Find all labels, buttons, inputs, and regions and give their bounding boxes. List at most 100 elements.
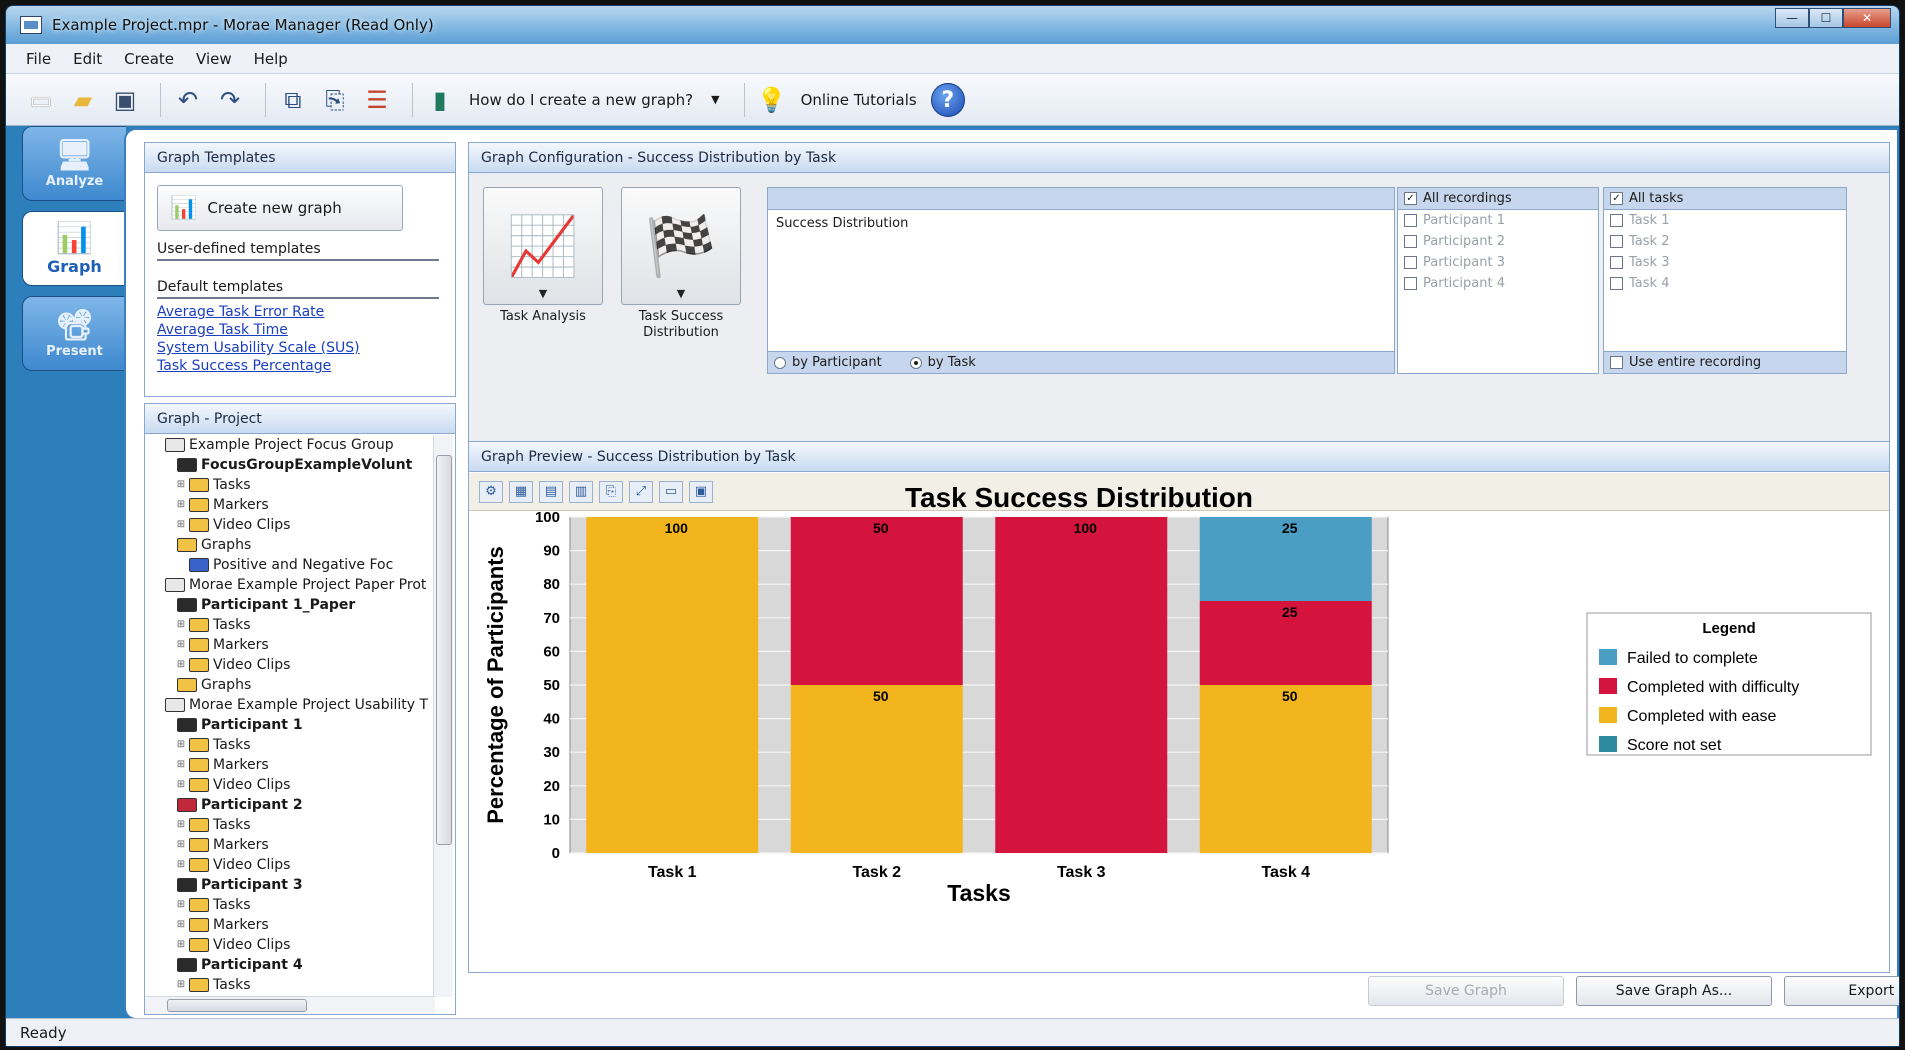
tree-item[interactable]: Graphs [145, 535, 435, 555]
tree-item[interactable]: ⊞ Tasks [145, 615, 435, 635]
tree-item[interactable]: Morae Example Project Paper Prot [145, 575, 435, 595]
tree-item[interactable]: Participant 1 [145, 715, 435, 735]
tree-item[interactable]: ⊞ Tasks [145, 895, 435, 915]
create-new-graph-button[interactable]: 📊 Create new graph [157, 185, 403, 231]
undo-icon[interactable]: ↶ [171, 83, 205, 117]
task-analysis-button[interactable]: 📈 ▼ [483, 187, 603, 305]
expand-icon[interactable]: ⊞ [175, 515, 187, 535]
maximize-button[interactable]: ☐ [1809, 8, 1843, 28]
tree-item[interactable]: ⊞ Markers [145, 635, 435, 655]
save-icon[interactable]: ▣ [108, 83, 142, 117]
tree-item[interactable]: ⊞ Tasks [145, 815, 435, 835]
tree-item[interactable]: Positive and Negative Foc [145, 555, 435, 575]
expand-icon[interactable]: ⊞ [175, 495, 187, 515]
tree-item[interactable]: Participant 1_Paper [145, 595, 435, 615]
tree-item[interactable]: ⊞ Markers [145, 755, 435, 775]
expand-icon[interactable]: ⊞ [175, 815, 187, 835]
list-item[interactable]: Success Distribution [768, 210, 1394, 237]
by-participant-radio[interactable] [774, 356, 786, 369]
tree-item[interactable]: ⊞ Video Clips [145, 775, 435, 795]
task-success-distribution-button[interactable]: 🏁 ▼ [621, 187, 741, 305]
menu-view[interactable]: View [196, 50, 232, 68]
help-question-dropdown[interactable]: How do I create a new graph? [469, 91, 693, 109]
recording-participant-1[interactable]: Participant 1 [1398, 210, 1598, 231]
title-bar[interactable]: Example Project.mpr - Morae Manager (Rea… [6, 6, 1899, 44]
tree-item[interactable]: FocusGroupExampleVolunt [145, 455, 435, 475]
task-2-checkbox[interactable]: Task 2 [1604, 231, 1846, 252]
tab-analyze[interactable]: 🖥 Analyze [22, 126, 126, 201]
by-task-radio[interactable] [909, 356, 922, 369]
menu-edit[interactable]: Edit [73, 50, 102, 68]
tree-item[interactable]: ⊞ Tasks [145, 735, 435, 755]
tab-present[interactable]: 📽 Present [22, 296, 126, 371]
task-3-checkbox[interactable]: Task 3 [1604, 252, 1846, 273]
task-1-checkbox[interactable]: Task 1 [1604, 210, 1846, 231]
scrollbar-thumb[interactable] [436, 455, 452, 845]
use-entire-recording-checkbox[interactable]: Use entire recording [1604, 351, 1846, 373]
menu-create[interactable]: Create [124, 50, 174, 68]
expand-icon[interactable]: ⊞ [175, 855, 187, 875]
expand-icon[interactable]: ⊞ [175, 475, 187, 495]
horizontal-scrollbar[interactable] [145, 996, 435, 1014]
task-4-checkbox[interactable]: Task 4 [1604, 273, 1846, 294]
tree-item[interactable]: Participant 2 [145, 795, 435, 815]
tree-item[interactable]: Participant 4 [145, 955, 435, 975]
save-graph-as-button[interactable]: Save Graph As... [1576, 976, 1772, 1006]
template-link-task-time[interactable]: Average Task Time [157, 321, 360, 339]
save-graph-button[interactable]: Save Graph [1368, 976, 1564, 1006]
template-link-success[interactable]: Task Success Percentage [157, 357, 360, 375]
tree-item[interactable]: ⊞ Tasks [145, 975, 435, 995]
minimize-button[interactable]: — [1775, 8, 1809, 28]
expand-icon[interactable]: ⊞ [175, 895, 187, 915]
all-tasks-checkbox[interactable]: ✓ All tasks [1604, 188, 1846, 210]
recording-participant-4[interactable]: Participant 4 [1398, 273, 1598, 294]
tree-item[interactable]: ⊞ Video Clips [145, 855, 435, 875]
menu-help[interactable]: Help [254, 50, 288, 68]
dropdown-arrow-icon[interactable]: ▼ [484, 287, 602, 300]
vertical-scrollbar[interactable] [433, 435, 453, 997]
tree-item[interactable]: ⊞ Markers [145, 915, 435, 935]
all-recordings-checkbox[interactable]: ✓ All recordings [1398, 188, 1598, 210]
expand-icon[interactable]: ⊞ [175, 615, 187, 635]
tree-item[interactable]: ⊞ Video Clips [145, 515, 435, 535]
menu-file[interactable]: File [26, 50, 51, 68]
recording-participant-3[interactable]: Participant 3 [1398, 252, 1598, 273]
export-icon[interactable]: ⎘ [318, 83, 352, 117]
recording-participant-2[interactable]: Participant 2 [1398, 231, 1598, 252]
redo-icon[interactable]: ↷ [213, 83, 247, 117]
dropdown-arrow-icon[interactable]: ▼ [622, 287, 740, 300]
expand-icon[interactable]: ⊞ [175, 775, 187, 795]
tab-graph[interactable]: 📊 Graph [22, 211, 126, 286]
list-icon[interactable]: ☰ [360, 83, 394, 117]
project-tree[interactable]: Example Project Focus Group FocusGroupExa… [145, 435, 435, 995]
import-icon[interactable]: ⧉ [276, 83, 310, 117]
new-file-icon[interactable]: ▭ [24, 83, 58, 117]
tree-item[interactable]: ⊞ Tasks [145, 475, 435, 495]
tree-item[interactable]: ⊞ Video Clips [145, 655, 435, 675]
template-link-sus[interactable]: System Usability Scale (SUS) [157, 339, 360, 357]
dropdown-arrow-icon[interactable]: ▼ [711, 93, 719, 106]
tree-item[interactable]: Participant 3 [145, 875, 435, 895]
expand-icon[interactable]: ⊞ [175, 755, 187, 775]
help-icon[interactable]: ? [930, 82, 965, 117]
expand-icon[interactable]: ⊞ [175, 635, 187, 655]
lightbulb-icon[interactable]: 💡 [755, 83, 789, 117]
online-tutorials-link[interactable]: Online Tutorials [801, 91, 917, 109]
tree-item[interactable]: Morae Example Project Usability T [145, 695, 435, 715]
expand-icon[interactable]: ⊞ [175, 975, 187, 995]
expand-icon[interactable]: ⊞ [175, 915, 187, 935]
expand-icon[interactable]: ⊞ [175, 935, 187, 955]
tree-item[interactable]: ⊞ Video Clips [145, 935, 435, 955]
scrollbar-thumb[interactable] [167, 999, 307, 1012]
expand-icon[interactable]: ⊞ [175, 735, 187, 755]
expand-icon[interactable]: ⊞ [175, 835, 187, 855]
book-icon[interactable]: ▮ [423, 83, 457, 117]
open-folder-icon[interactable]: ▰ [66, 83, 100, 117]
template-link-error-rate[interactable]: Average Task Error Rate [157, 303, 360, 321]
close-button[interactable]: ✕ [1843, 8, 1891, 28]
tree-item[interactable]: Graphs [145, 675, 435, 695]
expand-icon[interactable]: ⊞ [175, 655, 187, 675]
tree-item[interactable]: Example Project Focus Group [145, 435, 435, 455]
export-as-button[interactable]: Export As ▼ [1784, 976, 1899, 1006]
tree-item[interactable]: ⊞ Markers [145, 835, 435, 855]
